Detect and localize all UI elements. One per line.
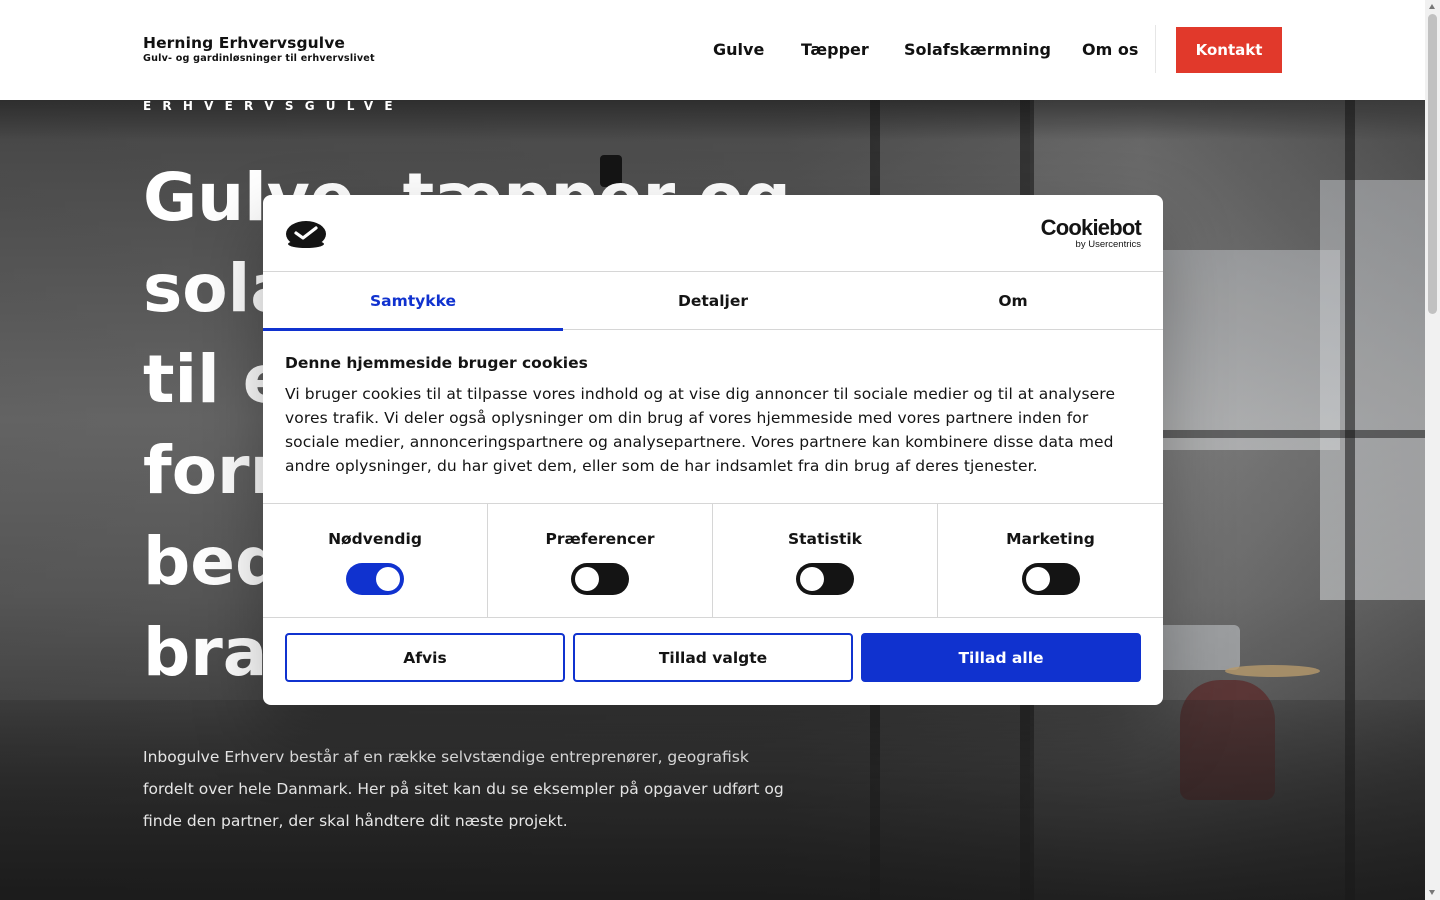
allow-all-button[interactable]: Tillad alle — [861, 633, 1141, 682]
cookie-check-logo-icon — [286, 221, 326, 248]
coffee-table — [1225, 665, 1320, 677]
cookiebot-brand[interactable]: Cookiebot by Usercentrics — [1040, 215, 1142, 251]
scroll-down-arrow-icon[interactable] — [1429, 890, 1435, 895]
nav-divider — [1155, 25, 1156, 73]
contact-button[interactable]: Kontakt — [1176, 27, 1282, 73]
cookiebot-brand-sub: by Usercentrics — [1075, 239, 1141, 250]
toggle-label: Nødvendig — [328, 530, 422, 548]
toggle-label: Præferencer — [545, 530, 655, 548]
toggle-knob — [1025, 567, 1050, 591]
toggle-cell-praeferencer: Præferencer — [488, 504, 713, 617]
cookie-title: Denne hjemmeside bruger cookies — [285, 354, 588, 372]
cookie-consent-dialog: Cookiebot by Usercentrics Samtykke Detal… — [263, 195, 1163, 705]
scrollbar-thumb[interactable] — [1428, 14, 1437, 314]
reject-button[interactable]: Afvis — [285, 633, 565, 682]
site-logo[interactable]: Herning Erhvervsgulve Gulv- og gardinløs… — [143, 34, 375, 64]
tab-samtykke[interactable]: Samtykke — [263, 272, 563, 331]
toggle-label: Statistik — [787, 530, 862, 548]
tab-detaljer[interactable]: Detaljer — [563, 272, 863, 330]
toggle-cell-statistik: Statistik — [713, 504, 938, 617]
logo-name: Herning Erhvervsgulve — [143, 34, 346, 52]
toggle-statistik[interactable] — [796, 563, 854, 595]
cookie-tabs: Samtykke Detaljer Om — [263, 272, 1163, 331]
cookie-category-toggles: Nødvendig Præferencer Statistik Marketin… — [263, 504, 1163, 618]
toggle-knob — [376, 567, 400, 591]
scrollbar[interactable] — [1425, 0, 1440, 900]
toggle-label: Marketing — [1006, 530, 1095, 548]
logo-tagline: Gulv- og gardinløsninger til erhvervsliv… — [143, 53, 375, 64]
cookie-buttons: Afvis Tillad valgte Tillad alle — [263, 618, 1163, 682]
toggle-cell-noedvendig: Nødvendig — [263, 504, 488, 617]
scroll-up-arrow-icon[interactable] — [1429, 4, 1435, 9]
hero-intro: Inbogulve Erhverv består af en række sel… — [143, 748, 784, 830]
tab-om[interactable]: Om — [863, 272, 1163, 330]
hero-eyebrow: ERHVERVSGULVE — [143, 99, 404, 113]
nav-item-solafskaermning[interactable]: Solafskærmning — [904, 40, 1051, 59]
toggle-knob — [575, 567, 599, 591]
allow-selected-button[interactable]: Tillad valgte — [573, 633, 853, 682]
nav-item-gulve[interactable]: Gulve — [713, 40, 764, 59]
cookie-description: Vi bruger cookies til at tilpasse vores … — [285, 385, 1116, 475]
cookiebot-brand-name: Cookiebot — [1040, 215, 1142, 240]
toggle-noedvendig[interactable] — [346, 563, 404, 595]
toggle-praeferencer[interactable] — [571, 563, 629, 595]
nav-item-taepper[interactable]: Tæpper — [801, 40, 869, 59]
cookie-body: Denne hjemmeside bruger cookies Vi bruge… — [263, 330, 1163, 504]
nav-item-om-os[interactable]: Om os — [1082, 40, 1138, 59]
cookie-dialog-header: Cookiebot by Usercentrics — [263, 195, 1163, 272]
site-header: Herning Erhvervsgulve Gulv- og gardinløs… — [0, 0, 1425, 100]
toggle-knob — [800, 567, 824, 591]
toggle-marketing[interactable] — [1021, 563, 1080, 595]
toggle-cell-marketing: Marketing — [938, 504, 1163, 617]
